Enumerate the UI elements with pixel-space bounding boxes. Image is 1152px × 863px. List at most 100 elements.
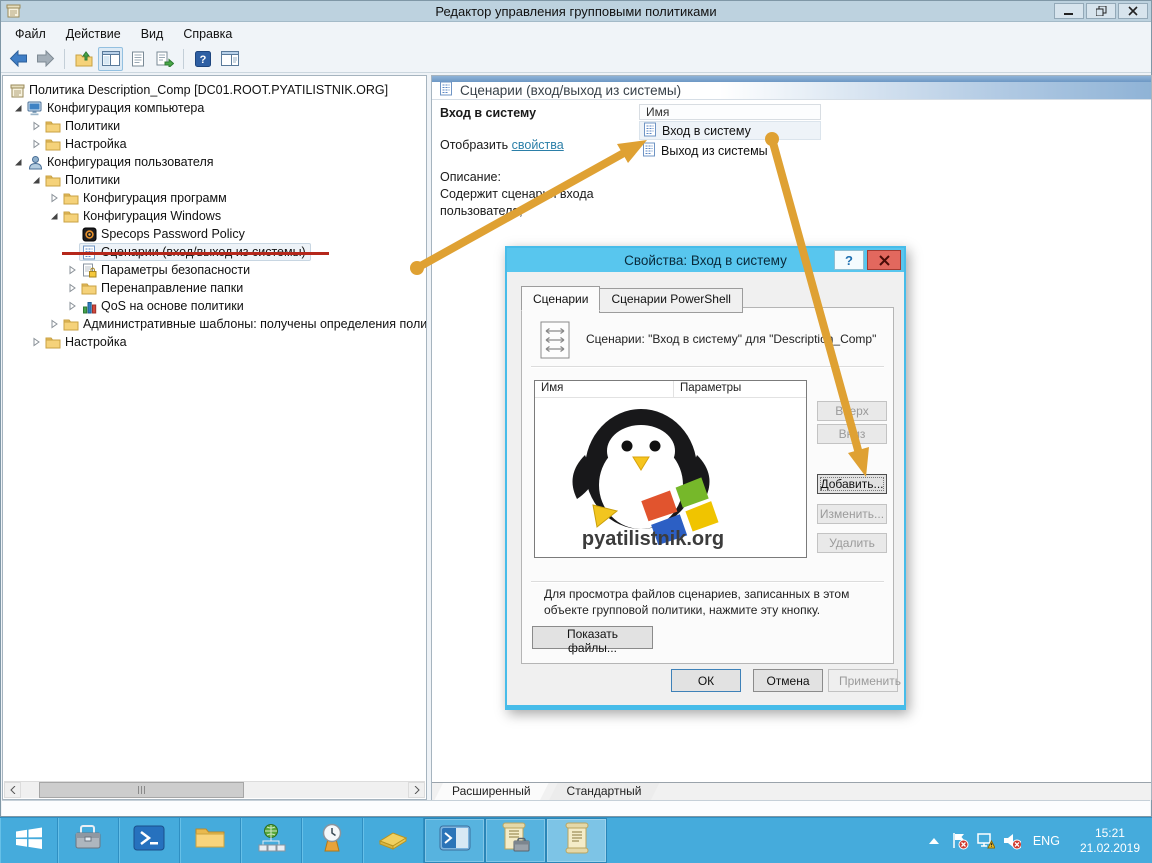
- tree-item[interactable]: Политики: [3, 171, 426, 189]
- ad-tool-button[interactable]: [241, 818, 302, 863]
- edit-button[interactable]: Изменить...: [817, 504, 887, 524]
- tree-item[interactable]: Specops Password Policy: [3, 225, 426, 243]
- library-button[interactable]: [363, 818, 424, 863]
- date: 21.02.2019: [1080, 841, 1140, 856]
- tree-item[interactable]: Политика Description_Comp [DC01.ROOT.PYA…: [3, 81, 426, 99]
- powershell-ise-button[interactable]: [424, 818, 485, 863]
- add-button[interactable]: Добавить...: [817, 474, 887, 494]
- column-name[interactable]: Имя: [535, 381, 674, 397]
- language-indicator[interactable]: ENG: [1029, 834, 1064, 848]
- cancel-button[interactable]: Отмена: [753, 669, 823, 692]
- delete-button[interactable]: Удалить: [817, 533, 887, 553]
- expander-open-icon[interactable]: [11, 155, 25, 169]
- dialog-close-button[interactable]: [867, 250, 901, 270]
- minimize-button[interactable]: [1054, 3, 1084, 19]
- tree-item[interactable]: Конфигурация программ: [3, 189, 426, 207]
- down-button[interactable]: Вниз: [817, 424, 887, 444]
- expander-closed-icon[interactable]: [65, 299, 79, 313]
- folder-icon: [63, 316, 79, 332]
- tree-item[interactable]: QoS на основе политики: [3, 297, 426, 315]
- close-button[interactable]: [1118, 3, 1148, 19]
- expander-closed-icon[interactable]: [47, 191, 61, 205]
- scrollbar-track[interactable]: [21, 782, 408, 798]
- forward-arrow-icon[interactable]: [33, 47, 58, 71]
- windows-logo-icon: [14, 825, 44, 856]
- tree-item[interactable]: Конфигурация Windows: [3, 207, 426, 225]
- view-tab-extended[interactable]: Расширенный: [434, 783, 549, 801]
- menu-файл[interactable]: Файл: [5, 24, 56, 44]
- list-item[interactable]: Выход из системы: [639, 141, 821, 160]
- clock[interactable]: 15:21 21.02.2019: [1072, 826, 1148, 856]
- scroll-right-icon[interactable]: [408, 782, 425, 798]
- menu-справка[interactable]: Справка: [173, 24, 242, 44]
- expander-open-icon[interactable]: [29, 173, 43, 187]
- scripts-listbox[interactable]: Имя Параметры pyatilistnik.org: [534, 380, 807, 558]
- export-list-icon[interactable]: [152, 47, 177, 71]
- expander-open-icon[interactable]: [47, 209, 61, 223]
- apply-button[interactable]: Применить: [828, 669, 898, 692]
- gpmc-button[interactable]: [485, 818, 546, 863]
- expander-closed-icon[interactable]: [65, 263, 79, 277]
- gpo-root-icon: [9, 82, 25, 98]
- tree-item[interactable]: Административные шаблоны: получены опред…: [3, 315, 426, 333]
- tree-item[interactable]: Политики: [3, 117, 426, 135]
- expander-closed-icon[interactable]: [29, 119, 43, 133]
- tab-powershell-scripts[interactable]: Сценарии PowerShell: [599, 288, 743, 313]
- dialog-titlebar[interactable]: Свойства: Вход в систему ?: [507, 248, 904, 272]
- window-titlebar[interactable]: Редактор управления групповыми политикам…: [1, 1, 1151, 22]
- console-tree-icon[interactable]: [98, 47, 123, 71]
- network-warning-icon[interactable]: [977, 832, 995, 850]
- action-center-flag-icon[interactable]: [951, 832, 969, 850]
- tree-item[interactable]: Конфигурация пользователя: [3, 153, 426, 171]
- tree-item-label: Политики: [65, 119, 120, 133]
- restore-button[interactable]: [1086, 3, 1116, 19]
- time-tool-button[interactable]: [302, 818, 363, 863]
- tree-item[interactable]: Перенаправление папки: [3, 279, 426, 297]
- volume-muted-icon[interactable]: [1003, 832, 1021, 850]
- panel-window-icon[interactable]: [217, 47, 242, 71]
- tree-item[interactable]: Настройка: [3, 135, 426, 153]
- file-explorer-button[interactable]: [180, 818, 241, 863]
- expander-closed-icon[interactable]: [29, 335, 43, 349]
- doc-icon[interactable]: [125, 47, 150, 71]
- tree-item-label: Specops Password Policy: [101, 227, 245, 241]
- up-one-level-icon[interactable]: [71, 47, 96, 71]
- expander-open-icon[interactable]: [11, 101, 25, 115]
- folder-icon: [45, 136, 61, 152]
- tree-horizontal-scrollbar[interactable]: [4, 781, 425, 798]
- start-button[interactable]: [0, 818, 58, 863]
- description-label: Описание:: [440, 170, 501, 184]
- up-button[interactable]: Вверх: [817, 401, 887, 421]
- tree-item[interactable]: Конфигурация компьютера: [3, 99, 426, 117]
- server-manager-button[interactable]: [58, 818, 119, 863]
- menu-вид[interactable]: Вид: [131, 24, 174, 44]
- scrollbar-thumb[interactable]: [39, 782, 244, 798]
- tree-item-label: Настройка: [65, 335, 127, 349]
- dialog-help-button[interactable]: ?: [834, 250, 864, 270]
- chevron-up-icon[interactable]: [925, 832, 943, 850]
- view-tab-standard[interactable]: Стандартный: [549, 783, 660, 801]
- qos-icon: [81, 298, 97, 314]
- tree-item[interactable]: Настройка: [3, 333, 426, 351]
- column-params[interactable]: Параметры: [674, 381, 806, 397]
- powershell-button[interactable]: [119, 818, 180, 863]
- back-arrow-icon[interactable]: [6, 47, 31, 71]
- tab-scripts[interactable]: Сценарии: [521, 286, 600, 311]
- separator: [531, 366, 884, 368]
- expander-closed-icon[interactable]: [29, 137, 43, 151]
- folder-icon: [81, 280, 97, 296]
- menu-действие[interactable]: Действие: [56, 24, 131, 44]
- gp-editor-button[interactable]: [546, 818, 607, 863]
- expander-closed-icon[interactable]: [65, 281, 79, 295]
- ok-button[interactable]: ОК: [671, 669, 741, 692]
- tree-item-label: Политики: [65, 173, 120, 187]
- name-column-header[interactable]: Имя: [639, 104, 821, 120]
- expander-closed-icon[interactable]: [47, 317, 61, 331]
- scroll-left-icon[interactable]: [4, 782, 21, 798]
- help-icon[interactable]: ?: [190, 47, 215, 71]
- properties-link[interactable]: свойства: [512, 138, 564, 152]
- security-icon: [81, 262, 97, 278]
- tree-item[interactable]: Параметры безопасности: [3, 261, 426, 279]
- show-files-button[interactable]: Показать файлы...: [532, 626, 653, 649]
- list-item[interactable]: Вход в систему: [639, 121, 821, 140]
